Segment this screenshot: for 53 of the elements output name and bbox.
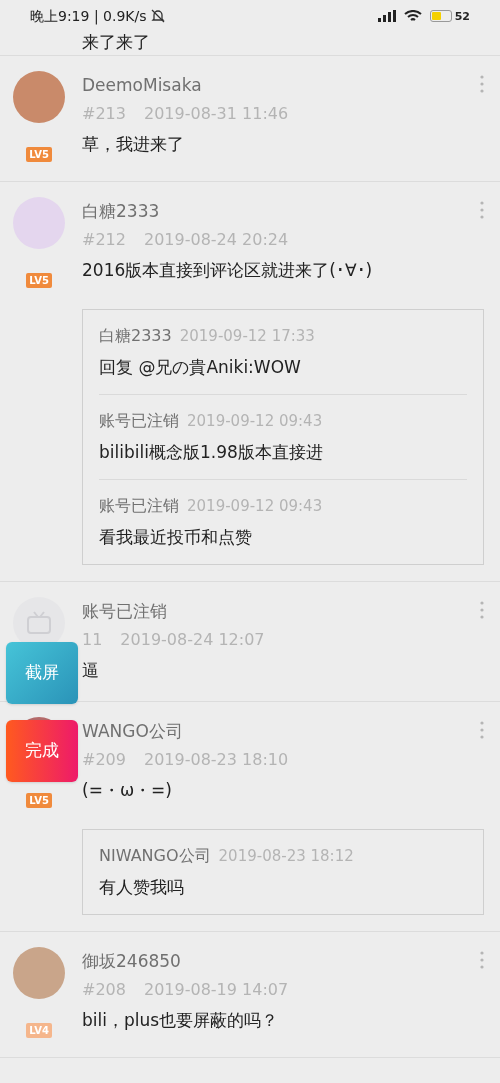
screenshot-button[interactable]: 截屏 — [6, 642, 78, 704]
username[interactable]: WANGO公司 — [82, 717, 183, 745]
signal-icon — [377, 10, 396, 22]
username[interactable]: 白糖2333 — [82, 197, 160, 225]
more-icon[interactable] — [480, 201, 484, 219]
reply-time: 2019-09-12 09:43 — [187, 496, 323, 517]
reply-time: 2019-08-23 18:12 — [218, 846, 354, 867]
comment-time: 2019-08-24 20:24 — [143, 229, 289, 251]
username[interactable]: 账号已注销 — [82, 597, 167, 625]
level-badge: LV5 — [26, 147, 52, 162]
reply-time: 2019-09-12 17:33 — [179, 326, 315, 347]
avatar-photo-placeholder — [13, 947, 65, 999]
username[interactable]: 御坂246850 — [82, 947, 181, 975]
done-button[interactable]: 完成 — [6, 720, 78, 782]
comment-text: bili，plus也要屏蔽的吗？ — [82, 1009, 280, 1032]
battery-percent: 52 — [454, 10, 470, 22]
avatar-photo-placeholder — [13, 71, 65, 123]
tv-icon — [26, 611, 52, 635]
level-badge: LV5 — [26, 793, 52, 808]
reply-username[interactable]: 账号已注销 — [99, 492, 179, 520]
floor-number: 11 — [82, 629, 103, 651]
level-badge: LV5 — [26, 273, 52, 288]
floor-number: #209 — [82, 749, 126, 771]
comment-text: 草，我进来了 — [82, 133, 185, 156]
level-badge: LV4 — [26, 1023, 52, 1038]
battery-icon — [429, 10, 452, 22]
reply-text: 看我最近投币和点赞 — [99, 526, 253, 549]
username[interactable]: DeemoMisaka — [82, 71, 202, 99]
bell-off-icon — [150, 9, 165, 23]
reply-username[interactable]: 白糖2333 — [99, 322, 172, 350]
reply-time: 2019-09-12 09:43 — [187, 411, 323, 432]
more-icon[interactable] — [480, 75, 484, 93]
more-icon[interactable] — [480, 601, 484, 619]
reply-username[interactable]: 账号已注销 — [99, 407, 179, 435]
floor-number: #212 — [82, 229, 126, 251]
floor-number: #213 — [82, 103, 126, 125]
comment-text: 2016版本直接到评论区就进来了(･∀･) — [82, 259, 374, 282]
comment-text: 逼 — [82, 659, 100, 682]
comment-time: 2019-08-24 12:07 — [120, 629, 265, 651]
more-icon[interactable] — [480, 951, 484, 969]
reply-text: bilibili概念版1.98版本直接进 — [99, 441, 324, 464]
comment-text: 来了来了 — [82, 32, 150, 52]
floor-number: #208 — [82, 979, 126, 1001]
reply-username[interactable]: NIWANGO公司 — [99, 842, 211, 870]
comment-time: 2019-08-23 18:10 — [143, 749, 289, 771]
wifi-icon — [403, 9, 422, 23]
more-icon[interactable] — [480, 721, 484, 739]
status-time: 晚上9:19 | 0.9K/s — [30, 6, 147, 27]
comment-time: 2019-08-31 11:46 — [143, 103, 289, 125]
comment-time: 2019-08-19 14:07 — [143, 979, 289, 1001]
reply-text: 回复 @兄の貴Aniki:WOW — [99, 356, 302, 379]
reply-text: 有人赞我吗 — [99, 876, 185, 899]
comment-text: (=・ω・=) — [82, 779, 173, 802]
